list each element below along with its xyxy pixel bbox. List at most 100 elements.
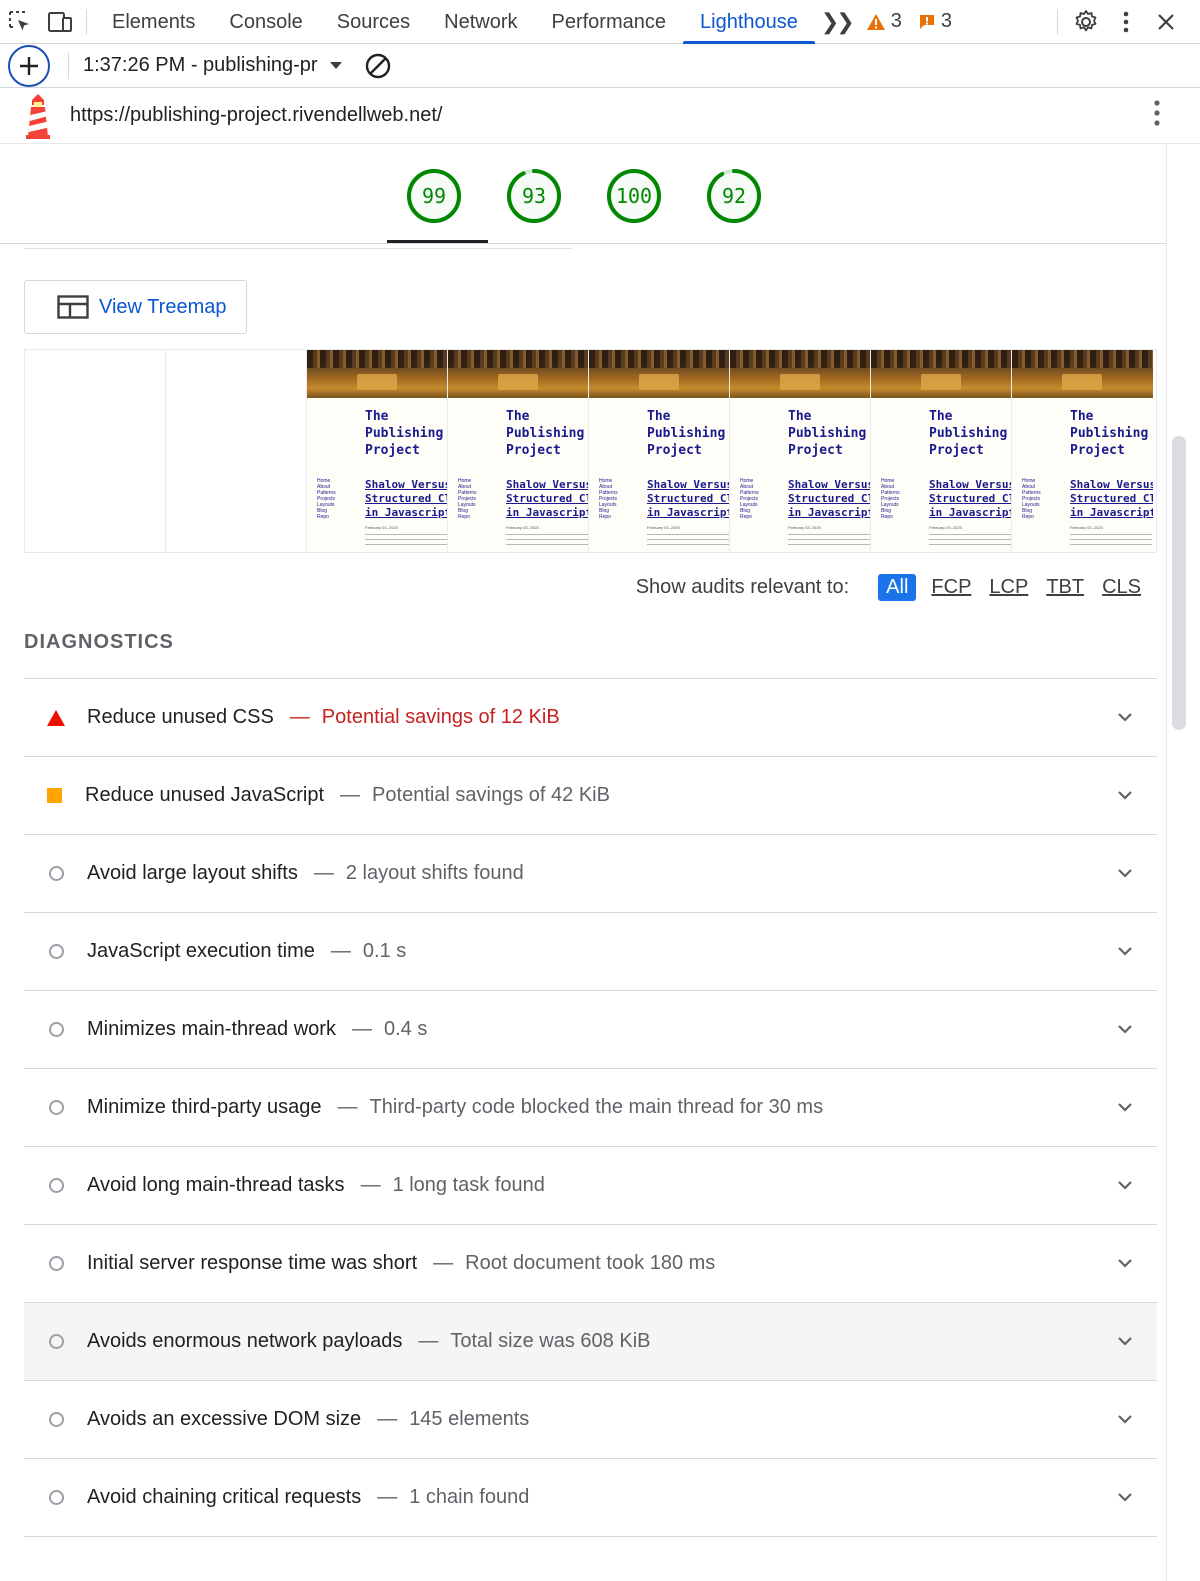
- clear-reports-button[interactable]: [364, 52, 392, 80]
- tab-lighthouse[interactable]: Lighthouse: [683, 0, 815, 44]
- expand-chevron-icon[interactable]: [1117, 709, 1133, 727]
- metric-filter: Show audits relevant to: All FCP LCP TBT CLS: [0, 574, 1150, 601]
- scrollbar-thumb[interactable]: [1172, 436, 1186, 730]
- audit-title: Avoid long main-thread tasks: [87, 1174, 345, 1196]
- frame-site-title: The Publishing Project: [365, 408, 445, 459]
- frame-site-title-line: Project: [788, 443, 843, 458]
- score-gauge[interactable]: 100: [606, 168, 662, 224]
- audit-separator: —: [337, 1096, 358, 1118]
- frame-post-date: February 03, 2025: [647, 525, 680, 530]
- expand-chevron-icon[interactable]: [1117, 1099, 1133, 1117]
- audit-status-indicator: [40, 1100, 72, 1115]
- toolbar-divider: [86, 8, 87, 35]
- frame-nav: Home About Patterns Projects Layouts Blog Repo: [599, 478, 618, 520]
- view-treemap-button[interactable]: View Treemap: [24, 280, 247, 334]
- audit-display-value: 1 long task found: [392, 1174, 545, 1196]
- close-icon[interactable]: [1146, 0, 1186, 44]
- audit-row[interactable]: Avoid large layout shifts — 2 layout shift…: [24, 835, 1157, 913]
- frame-nav: Home About Patterns Projects Layouts Blog Repo: [740, 478, 759, 520]
- frame-post-title-line: Structured Clon: [788, 492, 870, 505]
- audit-row[interactable]: JavaScript execution time — 0.1 s: [24, 913, 1157, 991]
- frame-nav-item: Repo: [1022, 514, 1034, 520]
- frame-site-title-line: Project: [506, 443, 561, 458]
- audit-row[interactable]: Initial server response time was short — R…: [24, 1225, 1157, 1303]
- issues-count: 3: [940, 10, 952, 32]
- frame-post-text: [506, 534, 588, 548]
- kebab-menu-icon[interactable]: [1106, 0, 1146, 44]
- frame-post-title: Shalow VersusStructured Clonin Javascrip…: [647, 478, 730, 520]
- info-circle-icon: [48, 1412, 64, 1427]
- warning-icon: [866, 13, 885, 30]
- score-gauge[interactable]: 93: [506, 168, 562, 224]
- filter-all[interactable]: All: [878, 574, 917, 601]
- expand-chevron-icon[interactable]: [1117, 1021, 1133, 1039]
- audit-separator: —: [351, 1018, 372, 1040]
- filter-lcp[interactable]: LCP: [989, 576, 1028, 599]
- tab-console[interactable]: Console: [212, 0, 319, 44]
- frame-post-title-line: Structured Clon: [929, 492, 1011, 505]
- audit-row[interactable]: Reduce unused JavaScript — Potential savin…: [24, 757, 1157, 835]
- frame-post-date: February 03, 2025: [1070, 525, 1103, 530]
- audit-row[interactable]: Minimizes main-thread work — 0.4 s: [24, 991, 1157, 1069]
- warnings-badge[interactable]: 3: [858, 10, 910, 33]
- tab-network[interactable]: Network: [427, 0, 534, 44]
- expand-chevron-icon[interactable]: [1117, 1411, 1133, 1429]
- average-square-icon: [46, 788, 62, 803]
- tab-sources[interactable]: Sources: [320, 0, 427, 44]
- frame-post-date: February 03, 2025: [365, 525, 398, 530]
- scrollbar[interactable]: [1166, 144, 1200, 1581]
- info-circle-icon: [48, 1022, 64, 1037]
- expand-chevron-icon[interactable]: [1117, 865, 1133, 883]
- tab-performance[interactable]: Performance: [535, 0, 684, 44]
- new-report-button[interactable]: [8, 44, 50, 87]
- audit-status-indicator: [40, 1490, 72, 1505]
- audit-display-value: 2 layout shifts found: [345, 862, 524, 884]
- audit-display-value: 1 chain found: [409, 1486, 530, 1508]
- more-tabs-icon[interactable]: ❯❯: [815, 9, 858, 35]
- frame-site-title-line: The: [1070, 409, 1094, 424]
- tab-elements[interactable]: Elements: [95, 0, 212, 44]
- frame-post-title-line: in Javascript: [647, 506, 730, 519]
- report-kebab-menu-icon[interactable]: [1154, 100, 1160, 131]
- audit-title: Minimizes main-thread work: [87, 1018, 336, 1040]
- audit-status-indicator: [40, 1256, 72, 1271]
- filmstrip-frame: The Publishing Project Home About Patterns Pro…: [871, 350, 1012, 552]
- audit-separator: —: [377, 1486, 398, 1508]
- expand-chevron-icon[interactable]: [1117, 943, 1133, 961]
- info-circle-icon: [48, 1490, 64, 1505]
- filter-fcp[interactable]: FCP: [931, 576, 971, 599]
- filmstrip-frame: The Publishing Project Home About Patterns Pro…: [589, 350, 730, 552]
- expand-chevron-icon[interactable]: [1117, 1489, 1133, 1507]
- frame-nav: Home About Patterns Projects Layouts Blog Repo: [458, 478, 477, 520]
- audit-row[interactable]: Minimize third-party usage — Third-party c…: [24, 1069, 1157, 1147]
- audit-row[interactable]: Avoid chaining critical requests — 1 chain…: [24, 1459, 1157, 1537]
- frame-site-title-line: The: [929, 409, 953, 424]
- frame-hero-image: [448, 350, 588, 398]
- fail-triangle-icon: [47, 709, 65, 726]
- filter-cls[interactable]: CLS: [1102, 576, 1141, 599]
- info-circle-icon: [48, 1334, 64, 1349]
- score-gauge[interactable]: 99: [406, 168, 462, 224]
- audit-row[interactable]: Avoids an excessive DOM size — 145 element…: [24, 1381, 1157, 1459]
- inspect-element-icon[interactable]: [0, 0, 40, 44]
- audit-row[interactable]: Reduce unused CSS — Potential savings of 1…: [24, 679, 1157, 757]
- audit-separator: —: [433, 1252, 454, 1274]
- expand-chevron-icon[interactable]: [1117, 1177, 1133, 1195]
- device-toolbar-icon[interactable]: [40, 0, 80, 44]
- settings-gear-icon[interactable]: [1066, 0, 1106, 44]
- frame-nav: Home About Patterns Projects Layouts Blog Repo: [881, 478, 900, 520]
- expand-chevron-icon[interactable]: [1117, 787, 1133, 805]
- expand-chevron-icon[interactable]: [1117, 1255, 1133, 1273]
- filter-tbt[interactable]: TBT: [1046, 576, 1084, 599]
- score-gauge[interactable]: 92: [706, 168, 762, 224]
- metric-filter-label: Show audits relevant to:: [635, 576, 850, 598]
- expand-chevron-icon[interactable]: [1117, 1333, 1133, 1351]
- issues-badge[interactable]: 3: [910, 10, 960, 33]
- frame-site-title-line: Publishing: [1070, 426, 1149, 441]
- frame-nav-item: Repo: [740, 514, 752, 520]
- audit-title: Avoids enormous network payloads: [87, 1330, 403, 1352]
- report-selector[interactable]: 1:37:26 PM - publishing-pr: [83, 54, 342, 77]
- audit-row[interactable]: Avoids enormous network payloads — Total s…: [24, 1303, 1157, 1381]
- audit-row[interactable]: Avoid long main-thread tasks — 1 long task…: [24, 1147, 1157, 1225]
- frame-hero-image: [589, 350, 729, 398]
